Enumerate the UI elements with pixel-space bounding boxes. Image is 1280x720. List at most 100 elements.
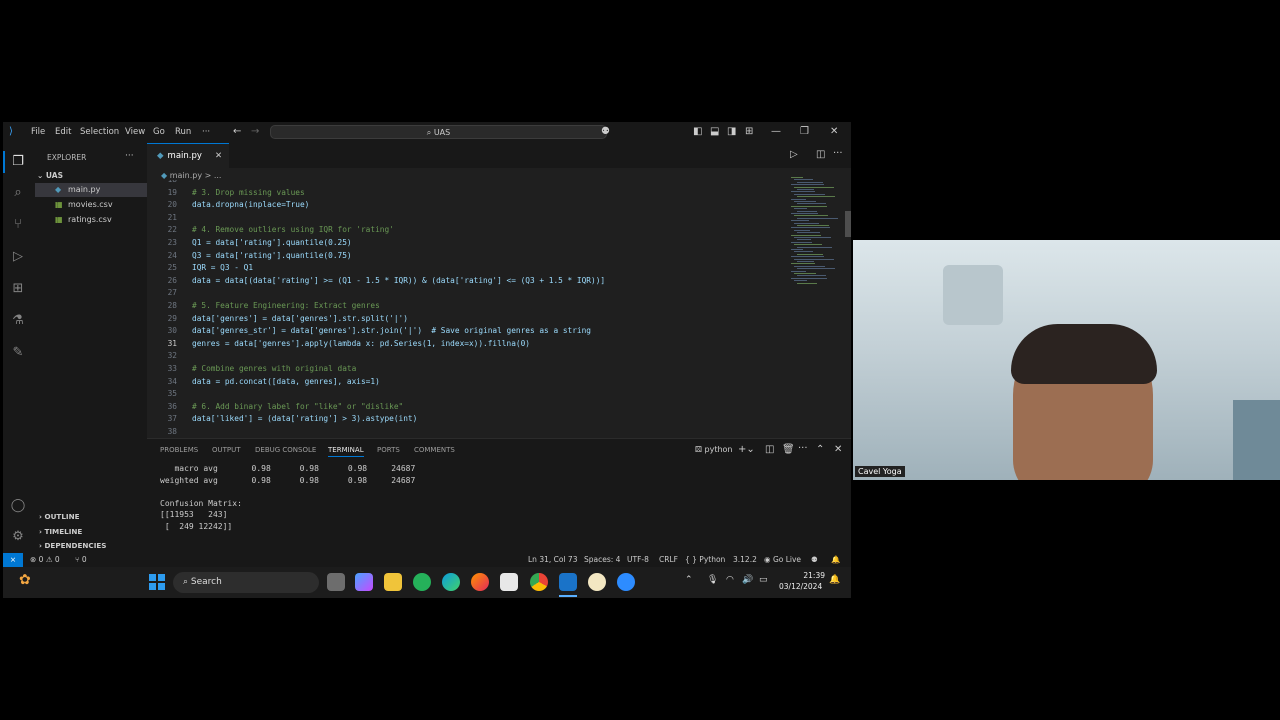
code-line[interactable]: 34 data = pd.concat([data, genres], axis=… [147,376,787,389]
encoding[interactable]: UTF-8 [627,553,649,567]
file-movies-csv[interactable]: ▦ movies.csv [35,198,147,212]
tab-main-py[interactable]: ◆ main.py ✕ [147,143,229,168]
zoom-icon[interactable] [617,573,635,591]
close-window-icon[interactable]: ✕ [830,126,838,137]
split-terminal-icon[interactable]: ◫ [765,444,774,455]
menu-more[interactable]: ··· [202,127,210,137]
code-line[interactable]: 33 # Combine genres with original data [147,363,787,376]
close-panel-icon[interactable]: ✕ [834,444,842,455]
trash-icon[interactable]: 🗑 [782,444,795,455]
notification-icon[interactable]: 🔔 [829,575,840,585]
menu-view[interactable]: View [125,127,145,137]
search-icon[interactable]: ⌕ [10,185,26,201]
copilot-icon[interactable]: ⚉ [601,126,610,137]
code-line[interactable]: 28 # 5. Feature Engineering: Extract genr… [147,300,787,313]
code-line[interactable]: 18 [147,180,787,187]
code-line[interactable]: 27 [147,287,787,300]
explorer-more-icon[interactable]: ··· [125,151,134,161]
weather-widget-icon[interactable]: ✿ [19,572,31,588]
source-control-icon[interactable]: ⑂ [10,217,26,233]
battery-icon[interactable]: ▭ [759,575,768,585]
code-line[interactable]: 30 data['genres_str'] = data['genres'].st… [147,325,787,338]
tab-problems[interactable]: PROBLEMS [160,446,198,454]
account-icon[interactable]: ◯ [10,498,26,514]
wifi-icon[interactable]: ◠ [726,575,734,585]
python-version[interactable]: 3.12.2 [733,553,757,567]
code-line[interactable]: 19 # 3. Drop missing values [147,187,787,200]
customize-layout-icon[interactable]: ⊞ [745,126,753,137]
code-area[interactable]: 1819 # 3. Drop missing values 20 data.dropn… [147,180,787,438]
microphone-icon[interactable]: 🎙 [707,575,718,585]
code-line[interactable]: 29 data['genres'] = data['genres'].str.sp… [147,313,787,326]
menu-selection[interactable]: Selection [80,127,119,137]
code-line[interactable]: 22 # 4. Remove outliers using IQR for 'ra… [147,224,787,237]
code-line[interactable]: 25 IQR = Q3 - Q1 [147,262,787,275]
close-tab-icon[interactable]: ✕ [215,144,222,168]
section-timeline[interactable]: › TIMELINE [39,527,82,536]
taskbar-search[interactable]: ⌕ Search [173,572,319,593]
split-editor-icon[interactable]: ◫ [816,149,825,160]
clock-date[interactable]: 03/12/2024 [779,582,822,591]
remote-indicator-icon[interactable]: ⨯ [3,553,23,567]
code-line[interactable]: 37 data['liked'] = (data['rating'] > 3).a… [147,413,787,426]
testing-icon[interactable]: ⚗ [10,313,26,329]
section-dependencies[interactable]: › DEPENDENCIES [39,541,106,550]
vscode-taskbar-icon[interactable] [559,573,577,591]
problems-count[interactable]: ⊗ 0 ⚠ 0 [30,553,60,567]
tab-terminal[interactable]: TERMINAL [328,446,364,457]
menu-file[interactable]: File [31,127,45,137]
folder-uas[interactable]: ⌄ UAS [37,171,63,180]
language-mode[interactable]: { } Python [685,553,725,567]
settings-gear-icon[interactable]: ⚙ [10,529,26,545]
file-ratings-csv[interactable]: ▦ ratings.csv [35,213,147,227]
extensions-icon[interactable]: ⊞ [10,281,26,297]
run-debug-icon[interactable]: ▷ [10,249,26,265]
toggle-sidebar-icon[interactable]: ◧ [693,126,702,137]
firefox-icon[interactable] [471,573,489,591]
terminal-selector[interactable]: ⚄ python [695,445,732,454]
clock-time[interactable]: 21:39 [783,571,825,580]
restore-icon[interactable]: ❐ [800,126,809,137]
copilot-status-icon[interactable]: ⚉ [811,553,818,567]
code-line[interactable]: 38 [147,426,787,438]
volume-icon[interactable]: 🔊 [742,575,753,585]
code-line[interactable]: 23 Q1 = data['rating'].quantile(0.25) [147,237,787,250]
go-live[interactable]: ◉ Go Live [764,553,801,567]
maximize-panel-icon[interactable]: ⌃ [816,444,824,455]
file-main-py[interactable]: ◆ main.py [35,183,147,197]
back-arrow-icon[interactable]: ← [233,126,241,137]
copilot-app-icon[interactable] [355,573,373,591]
ports-count[interactable]: ⑂ 0 [75,553,87,567]
run-python-icon[interactable]: ▷ [790,149,798,160]
new-terminal-icon[interactable]: +⌄ [738,444,755,455]
minimize-icon[interactable]: — [771,126,781,137]
file-explorer-icon[interactable] [384,573,402,591]
whatsapp-icon[interactable] [413,573,431,591]
editor-scrollbar[interactable] [845,211,851,237]
toggle-secondary-sidebar-icon[interactable]: ◨ [727,126,736,137]
panel-more-icon[interactable]: ··· [798,443,808,454]
app-icon[interactable] [588,573,606,591]
remote-icon[interactable]: ✎ [10,345,26,361]
tray-chevron-icon[interactable]: ⌃ [685,575,693,585]
indent-spaces[interactable]: Spaces: 4 [584,553,620,567]
code-line[interactable]: 26 data = data[(data['rating'] >= (Q1 - 1… [147,275,787,288]
forward-arrow-icon[interactable]: → [251,126,259,137]
chrome-icon[interactable] [530,573,548,591]
editor-more-icon[interactable]: ··· [833,148,843,159]
toggle-panel-icon[interactable]: ⬓ [710,126,719,137]
menu-edit[interactable]: Edit [55,127,71,137]
code-line[interactable]: 35 [147,388,787,401]
store-icon[interactable] [500,573,518,591]
section-outline[interactable]: › OUTLINE [39,512,80,521]
menu-go[interactable]: Go [153,127,165,137]
edge-icon[interactable] [442,573,460,591]
terminal-output[interactable]: macro avg 0.98 0.98 0.98 24687 weighted a… [147,463,851,553]
task-view-icon[interactable] [327,573,345,591]
cursor-position[interactable]: Ln 31, Col 73 [528,553,577,567]
menu-run[interactable]: Run [175,127,191,137]
code-line[interactable]: 20 data.dropna(inplace=True) [147,199,787,212]
eol[interactable]: CRLF [659,553,678,567]
code-line[interactable]: 32 [147,350,787,363]
start-button[interactable] [148,573,166,591]
